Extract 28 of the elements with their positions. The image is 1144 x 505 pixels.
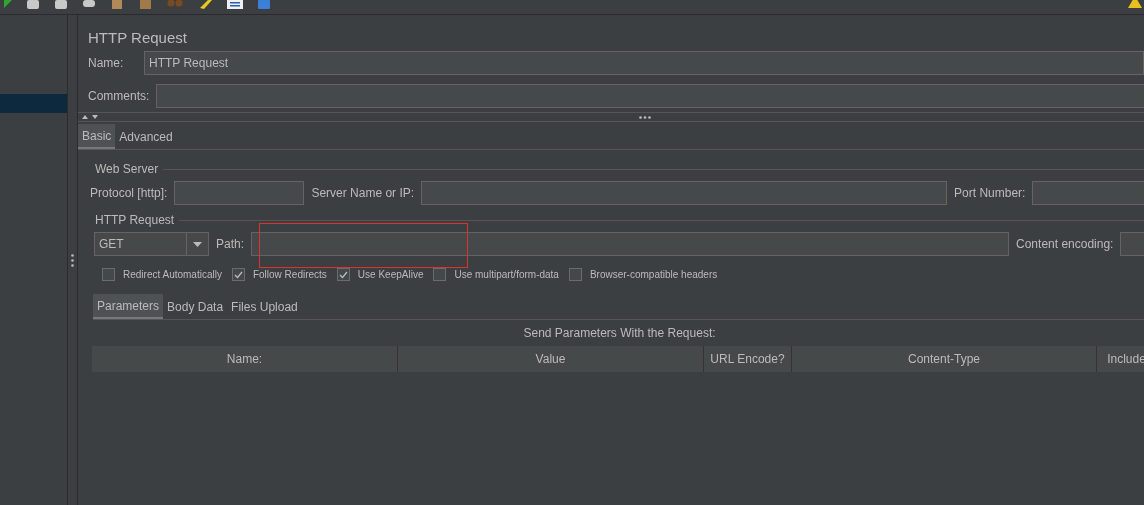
method-dropdown[interactable]: GET [94,232,209,256]
group-title: HTTP Request [94,212,176,229]
checkbox-label: Use KeepAlive [357,268,424,282]
tab[interactable]: Files Upload [227,294,302,319]
name-field[interactable]: HTTP Request [144,51,1144,75]
table-caption: Send Parameters With the Request: [522,325,717,342]
method-value: GET [98,236,125,253]
tab[interactable]: Parameters [93,294,164,319]
column-header[interactable]: Content-Type [792,346,1097,372]
port-label: Port Number: [954,185,1026,202]
group-title: Web Server [94,161,160,178]
column-header[interactable]: Name: [92,346,398,372]
checkbox-label: Redirect Automatically [123,268,222,282]
column-header[interactable]: Value [398,346,704,372]
tab[interactable]: Body Data [163,294,228,319]
comments-label: Comments: [88,88,151,105]
column-header[interactable]: URL Encode? [704,346,792,372]
path-label: Path: [216,236,245,253]
checkbox-label: Use multipart/form-data [454,268,559,282]
panel-title: HTTP Request [88,28,188,48]
name-label: Name: [88,55,125,72]
tab[interactable]: Basic [78,124,116,149]
checkbox-label: Browser-compatible headers [589,268,718,282]
checkbox-label: Follow Redirects [252,268,327,282]
tab[interactable]: Advanced [115,124,177,149]
encoding-label: Content encoding: [1016,236,1114,253]
protocol-label: Protocol [http]: [90,185,168,202]
server-label: Server Name or IP: [311,185,415,202]
